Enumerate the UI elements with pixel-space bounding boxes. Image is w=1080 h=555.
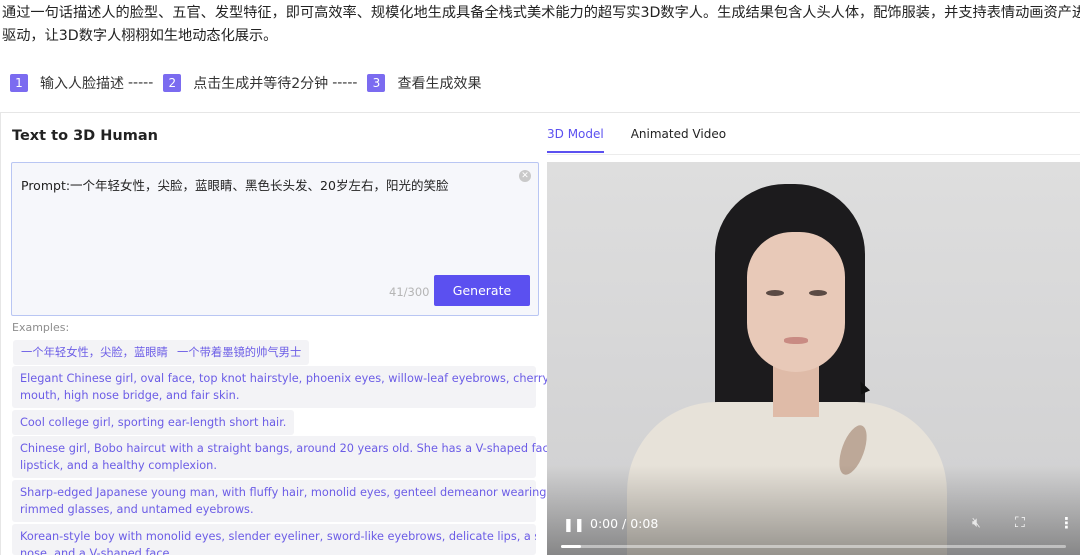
result-tabs: 3D Model Animated Video [547, 124, 753, 153]
example-text: Chinese girl, Bobo haircut with a straig… [20, 442, 601, 455]
intro-line-2: 驱动，让3D数字人栩栩如生地动态化展示。 [2, 28, 278, 44]
example-text: Elegant Chinese girl, oval face, top kno… [20, 372, 573, 385]
mute-icon[interactable]: 🔇︎ [972, 515, 981, 531]
tab-animated-video[interactable]: Animated Video [631, 124, 726, 153]
examples-label: Examples: [12, 321, 70, 334]
example-text: Korean-style boy with monolid eyes, slen… [20, 530, 536, 543]
more-options-icon[interactable]: ⋮ [1059, 514, 1074, 532]
step-3-badge: 3 [367, 74, 386, 92]
tab-3d-model[interactable]: 3D Model [547, 124, 604, 153]
example-text: Cool college girl, sporting ear-length s… [20, 416, 287, 429]
video-time: 0:00 / 0:08 [590, 516, 659, 531]
example-text: Sharp-edged Japanese young man, with flu… [20, 486, 579, 499]
example-text: 一个年轻女性，尖脸，蓝眼睛 [21, 346, 168, 359]
step-1-separator: ----- [128, 75, 154, 91]
avatar-lips [784, 337, 808, 344]
example-text: nose, and a V-shaped face. [20, 547, 174, 555]
tabs-divider [547, 154, 1080, 155]
step-1-badge: 1 [10, 74, 28, 92]
example-chip[interactable]: Korean-style boy with monolid eyes, slen… [12, 524, 536, 555]
step-2-separator: ----- [332, 75, 358, 91]
example-text: rimmed glasses, and untamed eyebrows. [20, 503, 254, 516]
panel-left-border [0, 112, 1, 555]
example-text: lipstick, and a healthy complexion. [20, 459, 217, 472]
example-chip[interactable]: Elegant Chinese girl, oval face, top kno… [12, 366, 573, 408]
prompt-textarea[interactable]: Prompt:一个年轻女性，尖脸，蓝眼睛、黑色长头发、20岁左右，阳光的笑脸 ✕… [11, 162, 539, 316]
step-3-label: 查看生成效果 [397, 76, 482, 92]
steps-bar: 1 输入人脸描述 ----- 2 点击生成并等待2分钟 ----- 3 查看生成… [10, 73, 485, 93]
video-progress-fill [561, 545, 582, 548]
example-text: mouth, high nose bridge, and fair skin. [20, 389, 240, 402]
avatar-face [747, 232, 845, 372]
example-chip[interactable]: Chinese girl, Bobo haircut with a straig… [12, 436, 601, 478]
char-counter: 41/300 [389, 285, 430, 299]
step-1-label: 输入人脸描述 [40, 76, 124, 92]
pause-icon[interactable]: ❚❚ [563, 518, 585, 533]
example-chip[interactable]: Sharp-edged Japanese young man, with flu… [12, 480, 579, 522]
example-chip[interactable]: 一个带着墨镜的帅气男士 [169, 340, 310, 365]
video-progress-bar[interactable] [561, 545, 1066, 548]
video-player[interactable] [547, 162, 1080, 555]
intro-text: 通过一句话描述人的脸型、五官、发型特征，即可高效率、规模化地生成具备全栈式美术能… [2, 2, 1080, 48]
intro-line-1: 通过一句话描述人的脸型、五官、发型特征，即可高效率、规模化地生成具备全栈式美术能… [2, 5, 1080, 21]
avatar-eye [809, 290, 827, 296]
generate-button[interactable]: Generate [434, 275, 530, 306]
example-chip[interactable]: 一个年轻女性，尖脸，蓝眼睛 [13, 340, 176, 365]
avatar-eye [766, 290, 784, 296]
example-chip[interactable]: Cool college girl, sporting ear-length s… [12, 410, 295, 435]
step-2-label: 点击生成并等待2分钟 [193, 76, 329, 92]
video-controls: ❚❚ 0:00 / 0:08 🔇︎ ⛶ ⋮ [547, 505, 1080, 555]
panel-title: Text to 3D Human [12, 128, 158, 144]
clear-icon[interactable]: ✕ [519, 170, 531, 182]
fullscreen-icon[interactable]: ⛶ [1015, 515, 1025, 531]
step-2-badge: 2 [163, 74, 182, 92]
example-text: 一个带着墨镜的帅气男士 [177, 346, 302, 359]
prompt-text[interactable]: Prompt:一个年轻女性，尖脸，蓝眼睛、黑色长头发、20岁左右，阳光的笑脸 [21, 175, 448, 194]
